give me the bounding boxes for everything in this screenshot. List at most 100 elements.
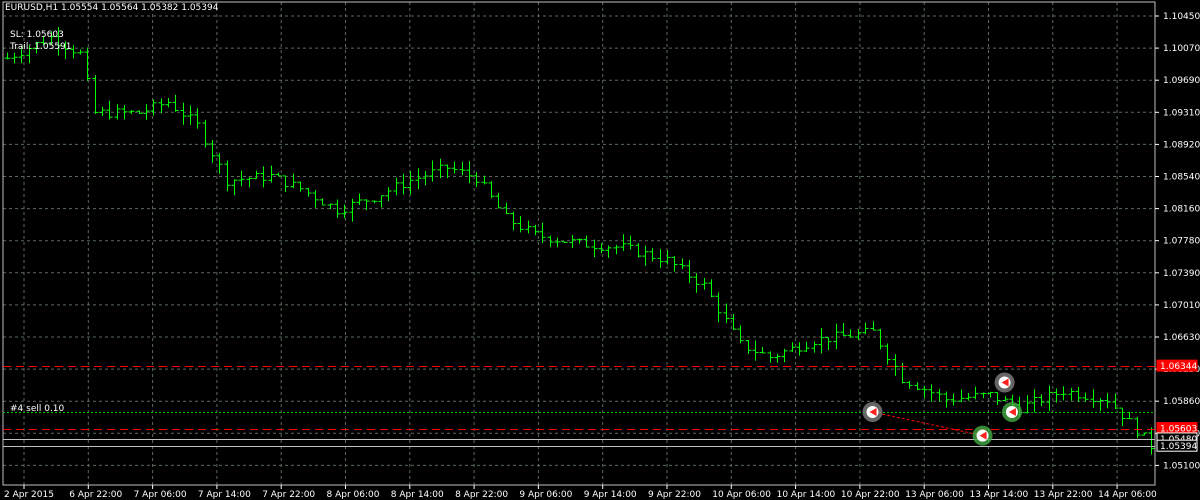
- order-label[interactable]: #4 sell 0.10: [10, 404, 64, 415]
- ohlc-bar: [451, 161, 458, 174]
- symbol-header: EURUSD,H1 1.05554 1.05564 1.05382 1.0539…: [5, 3, 218, 14]
- trade-marker-close-2[interactable]: [994, 372, 1015, 393]
- ohlc-bar: [1046, 385, 1053, 411]
- ohlc-bar: [422, 171, 429, 186]
- chart-canvas[interactable]: 1.10450 1.10070 1.09690 1.09310 1.08920 1.085…: [0, 0, 1200, 500]
- ohlc-bar: [825, 337, 832, 351]
- time-tick-label: 7 Apr 22:00: [262, 490, 315, 500]
- ohlc-bar: [884, 343, 891, 365]
- price-tick-label: 1.08540: [1163, 173, 1200, 183]
- ohlc-bar: [862, 322, 869, 335]
- time-tick-label: 10 Apr 22:00: [841, 490, 900, 500]
- ohlc-bar: [1053, 388, 1060, 403]
- ohlc-bar: [282, 175, 289, 193]
- ohlc-bar: [965, 393, 972, 401]
- price-chart[interactable]: 1.10450 1.10070 1.09690 1.09310 1.08920 1.085…: [0, 0, 1200, 500]
- ohlc-bar: [305, 188, 312, 197]
- ohlc-bar: [1075, 386, 1082, 402]
- ohlc-bar: [950, 393, 957, 406]
- ohlc-bar: [803, 341, 810, 353]
- ohlc-bar: [1141, 432, 1148, 436]
- ohlc-bar: [642, 245, 649, 266]
- ohlc-bar: [246, 177, 253, 188]
- symbol-timeframe: EURUSD,H1: [5, 3, 59, 13]
- ohlc-bar: [371, 200, 378, 204]
- ohlc-bar: [356, 193, 363, 206]
- time-tick-label: 9 Apr 06:00: [519, 490, 572, 500]
- ohlc-bar: [385, 187, 392, 202]
- current-price-line-tag: 1.05394: [1156, 439, 1198, 452]
- ohlc-bar: [980, 392, 987, 399]
- ohlc-bar: [481, 175, 488, 185]
- ohlc-bar: [943, 391, 950, 408]
- price-tick-label: 1.06630: [1163, 333, 1200, 343]
- ohlc-bar: [532, 224, 539, 236]
- ohlc-bar: [774, 353, 781, 363]
- trade-marker-close-1[interactable]: [972, 425, 993, 446]
- ohlc-bar: [701, 277, 708, 290]
- ohlc-bar: [921, 386, 928, 398]
- ohlc-bar: [1002, 395, 1009, 401]
- ohlc-bar: [936, 389, 943, 402]
- time-tick-label: 13 Apr 14:00: [970, 490, 1029, 500]
- ohlc-bar: [1148, 427, 1155, 455]
- ohlc-bar: [671, 256, 678, 272]
- price-tick-label: 1.08920: [1163, 140, 1200, 150]
- ohlc-bar: [172, 94, 179, 112]
- ohlc-bar: [341, 204, 348, 219]
- ohlc-bar: [737, 325, 744, 344]
- ohlc-bar: [1060, 386, 1067, 401]
- ohlc-bar: [818, 327, 825, 354]
- ohlc-bar: [99, 106, 106, 116]
- ohlc-bar: [657, 249, 664, 268]
- ohlc-bar: [620, 234, 627, 251]
- ohlc-values: 1.05554 1.05564 1.05382 1.05394: [61, 3, 219, 13]
- time-tick-label: 13 Apr 06:00: [905, 490, 964, 500]
- ohlc-bar: [312, 190, 319, 208]
- ohlc-bar: [290, 173, 297, 189]
- ohlc-bar: [187, 105, 194, 125]
- time-tick-label: 14 Apr 06:00: [1098, 490, 1157, 500]
- ohlc-bar: [767, 351, 774, 363]
- ohlc-bar: [686, 260, 693, 283]
- ohlc-bar: [466, 161, 473, 184]
- svg-text:1.05394: 1.05394: [1160, 442, 1197, 452]
- time-tick-label: 7 Apr 06:00: [134, 490, 187, 500]
- trailing-stop-label: Trail: 1.05591: [10, 42, 72, 52]
- ohlc-bar: [569, 235, 576, 248]
- time-tick-label: 8 Apr 14:00: [391, 490, 444, 500]
- ohlc-bar: [693, 273, 700, 293]
- ohlc-bar: [635, 243, 642, 258]
- price-tick-label: 1.09690: [1163, 76, 1200, 86]
- ohlc-bar: [4, 52, 11, 60]
- ohlc-bar: [994, 392, 1001, 406]
- ohlc-bar: [1119, 407, 1126, 427]
- ohlc-bar: [613, 244, 620, 255]
- price-tick-label: 1.07390: [1163, 269, 1200, 279]
- price-axis: 1.10450 1.10070 1.09690 1.09310 1.08920 1.085…: [1155, 12, 1200, 471]
- ohlc-bar: [1068, 387, 1075, 401]
- trade-marker-close-3[interactable]: [1001, 401, 1022, 422]
- ohlc-bar: [899, 362, 906, 384]
- ohlc-bar: [833, 323, 840, 350]
- trade-marker-sell[interactable]: [862, 401, 883, 422]
- svg-text:1.06344: 1.06344: [1160, 362, 1197, 372]
- ohlc-bar: [870, 321, 877, 331]
- ohlc-bar: [165, 97, 172, 108]
- time-tick-label: 10 Apr 06:00: [712, 490, 771, 500]
- ohlc-bar: [811, 341, 818, 353]
- ohlc-bar: [525, 220, 532, 234]
- ohlc-bar: [224, 160, 231, 192]
- ohlc-bar: [1097, 398, 1104, 412]
- time-tick-label: 9 Apr 22:00: [648, 490, 701, 500]
- ohlc-bar: [958, 389, 965, 403]
- ohlc-bar: [796, 342, 803, 356]
- price-tick-label: 1.08160: [1163, 205, 1200, 215]
- ohlc-bar: [1038, 394, 1045, 406]
- ohlc-bar: [238, 170, 245, 187]
- ohlc-bar: [906, 380, 913, 389]
- time-tick-label: 9 Apr 14:00: [584, 490, 637, 500]
- stop-line-upper-tag: 1.06344: [1156, 359, 1198, 372]
- time-tick-label: 2 Apr 2015: [4, 490, 54, 500]
- ohlc-bar: [1090, 389, 1097, 408]
